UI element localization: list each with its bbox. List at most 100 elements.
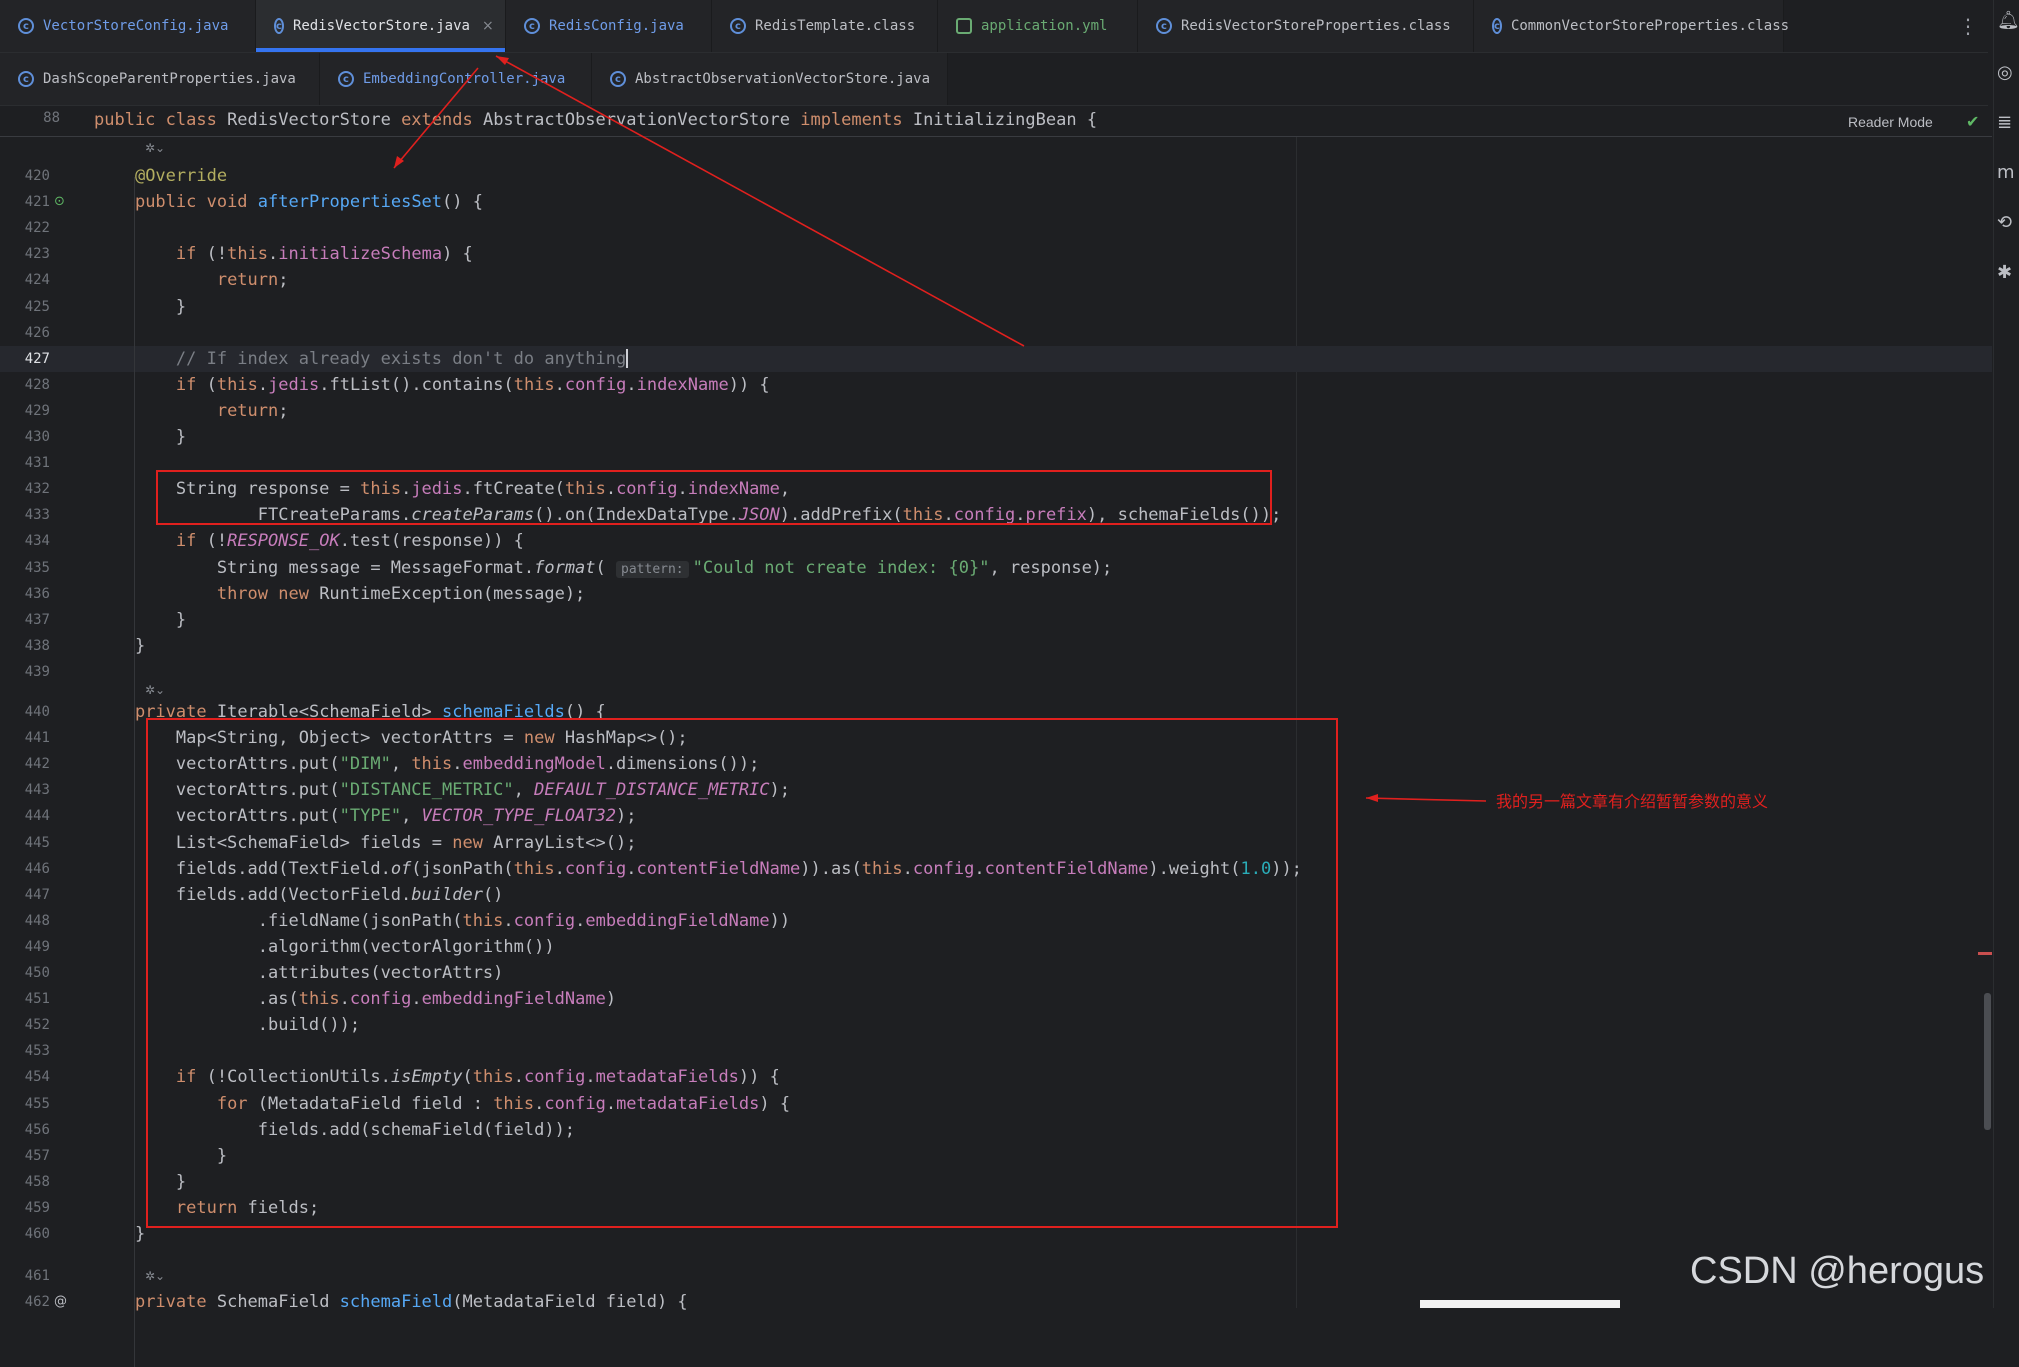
code-line[interactable]: 436 throw new RuntimeException(message); (0, 581, 1992, 607)
tab-redisvectorstore-java[interactable]: c RedisVectorStore.java × (256, 0, 506, 52)
code-line[interactable]: 422 (0, 215, 1992, 241)
more-options-icon[interactable]: ⋮ (1958, 14, 1978, 38)
tab-redistemplate-class[interactable]: c RedisTemplate.class (712, 0, 938, 52)
code-text: String message = MessageFormat.format( p… (94, 557, 1113, 578)
database-icon[interactable]: ≣ (1997, 112, 2017, 133)
tab-label: application.yml (981, 18, 1108, 34)
class-icon: c (338, 71, 354, 87)
line-number: 426 (24, 324, 50, 341)
code-line[interactable]: 437 } (0, 607, 1992, 633)
gradle-icon[interactable]: ⟲ (1997, 212, 2017, 233)
ai-assistant-icon[interactable]: ◎ (1997, 62, 2017, 83)
vertical-scrollbar-thumb[interactable] (1984, 993, 1991, 1130)
line-number: 450 (24, 965, 50, 981)
class-icon: c (1156, 18, 1172, 34)
sticky-class-declaration: public class RedisVectorStore extends Ab… (94, 110, 1098, 130)
line-number: 442 (24, 756, 50, 773)
line-number: 455 (24, 1095, 50, 1112)
code-line[interactable]: 430 } (0, 424, 1992, 450)
code-vision-widget-icon[interactable]: ✲⌄ (145, 141, 165, 155)
code-line[interactable]: 420 @Override (0, 163, 1992, 189)
code-line[interactable]: 439 (0, 659, 1992, 685)
close-icon[interactable]: × (482, 18, 494, 34)
tab-abstractobservationvectorstore-java[interactable]: c AbstractObservationVectorStore.java (592, 53, 948, 105)
code-line[interactable]: 438 } (0, 633, 1992, 659)
line-number: 429 (24, 402, 50, 419)
maven-icon[interactable]: m (1997, 162, 2017, 183)
line-number: 425 (24, 298, 50, 315)
editor-tab-row-2: c DashScopeParentProperties.java c Embeddin… (0, 53, 1988, 106)
line-number: 431 (24, 455, 50, 472)
code-text: public void afterPropertiesSet() { (134, 192, 483, 213)
tab-embeddingcontroller-java[interactable]: c EmbeddingController.java (320, 53, 592, 105)
code-text: return; (216, 270, 289, 291)
tab-label: EmbeddingController.java (363, 71, 566, 87)
line-number: 428 (24, 376, 50, 393)
line-number: 457 (24, 1147, 50, 1164)
line-number: 424 (24, 272, 50, 289)
line-number: 448 (24, 912, 50, 929)
code-line[interactable]: 426 (0, 320, 1992, 346)
tab-label: RedisVectorStore.java (292, 18, 470, 34)
code-line[interactable]: 424 return; (0, 267, 1992, 293)
sticky-line-number: 88 (43, 110, 60, 126)
line-number: 447 (24, 886, 50, 903)
tab-vectorstoreconfig-java[interactable]: c VectorStoreConfig.java (0, 0, 256, 52)
indent-guide (134, 177, 135, 747)
code-text: private SchemaField schemaField(Metadata… (134, 1292, 688, 1313)
line-number: 433 (24, 507, 50, 524)
line-number: 423 (24, 246, 50, 263)
code-vision-widget-icon[interactable]: ✲⌄ (145, 1269, 165, 1283)
line-number: 440 (24, 704, 50, 720)
reader-mode-button[interactable]: Reader Mode (1848, 114, 1933, 130)
code-text: } (94, 609, 187, 630)
code-text: } (94, 296, 187, 317)
code-text: if (this.jedis.ftList().contains(this.co… (175, 374, 770, 395)
line-number: 451 (24, 991, 50, 1008)
notifications-icon[interactable]: 🔔︎ (1997, 10, 2019, 31)
implements-method-icon[interactable]: ⊙ (54, 194, 65, 209)
line-number: 435 (24, 559, 50, 576)
annotation-gutter-icon[interactable]: @ (54, 1294, 67, 1309)
code-line[interactable]: 425 } (0, 294, 1992, 320)
code-line[interactable]: 429 return; (0, 398, 1992, 424)
right-tool-strip: 🔔︎ ◎ ≣ m ⟲ ✱ (1978, 0, 2019, 1308)
line-number: 460 (24, 1226, 50, 1242)
code-text: } (94, 635, 146, 656)
indent-guide (134, 717, 135, 1367)
tab-commonvectorstoreproperties-class[interactable]: c CommonVectorStoreProperties.class (1474, 0, 1789, 52)
tab-label: AbstractObservationVectorStore.java (635, 71, 931, 87)
class-icon: c (1492, 18, 1502, 34)
class-icon: c (18, 71, 34, 87)
tab-dashscopeparentproperties-java[interactable]: c DashScopeParentProperties.java (0, 53, 320, 105)
line-number: 449 (24, 938, 50, 955)
tab-label: DashScopeParentProperties.java (43, 71, 296, 87)
plugin-icon[interactable]: ✱ (1997, 262, 2017, 283)
error-stripe-marker[interactable] (1978, 952, 1992, 955)
tab-redisconfig-java[interactable]: c RedisConfig.java (506, 0, 712, 52)
line-number: 422 (24, 220, 50, 237)
code-line[interactable]: 421 ⊙ public void afterPropertiesSet() { (0, 189, 1992, 215)
tab-application-yml[interactable]: application.yml (938, 0, 1138, 52)
code-line[interactable]: 435 String message = MessageFormat.forma… (0, 555, 1992, 581)
line-number: 446 (24, 860, 50, 877)
inspection-ok-check-icon[interactable]: ✔ (1966, 112, 1979, 131)
sticky-class-header[interactable]: 88 public class RedisVectorStore extends… (0, 106, 1992, 137)
line-number: 421 (24, 194, 50, 211)
csdn-watermark: CSDN @herogus (1690, 1250, 1985, 1292)
code-line[interactable]: 434 if (!RESPONSE_OK.test(response)) { (0, 528, 1992, 554)
line-number: 444 (24, 808, 50, 825)
annotation-note-text: 我的另一篇文章有介绍暂暂参数的意义 (1496, 792, 1769, 811)
code-line[interactable]: 427 // If index already exists don't do … (0, 345, 1992, 372)
code-line[interactable]: 428 if (this.jedis.ftList().contains(thi… (0, 372, 1992, 398)
line-number: 441 (24, 730, 50, 747)
code-line[interactable]: 462 @ private SchemaField schemaField(Met… (0, 1289, 1992, 1315)
code-text: return; (216, 400, 289, 421)
code-line[interactable]: 423 if (!this.initializeSchema) { (0, 241, 1992, 267)
tab-label: VectorStoreConfig.java (43, 18, 229, 34)
highlight-box-ftcreate (156, 470, 1272, 525)
line-number: 432 (24, 481, 50, 498)
code-vision-widget-icon[interactable]: ✲⌄ (145, 683, 165, 697)
code-text: if (!RESPONSE_OK.test(response)) { (175, 531, 524, 552)
tab-redisvectorstoreproperties-class[interactable]: c RedisVectorStoreProperties.class (1138, 0, 1474, 52)
